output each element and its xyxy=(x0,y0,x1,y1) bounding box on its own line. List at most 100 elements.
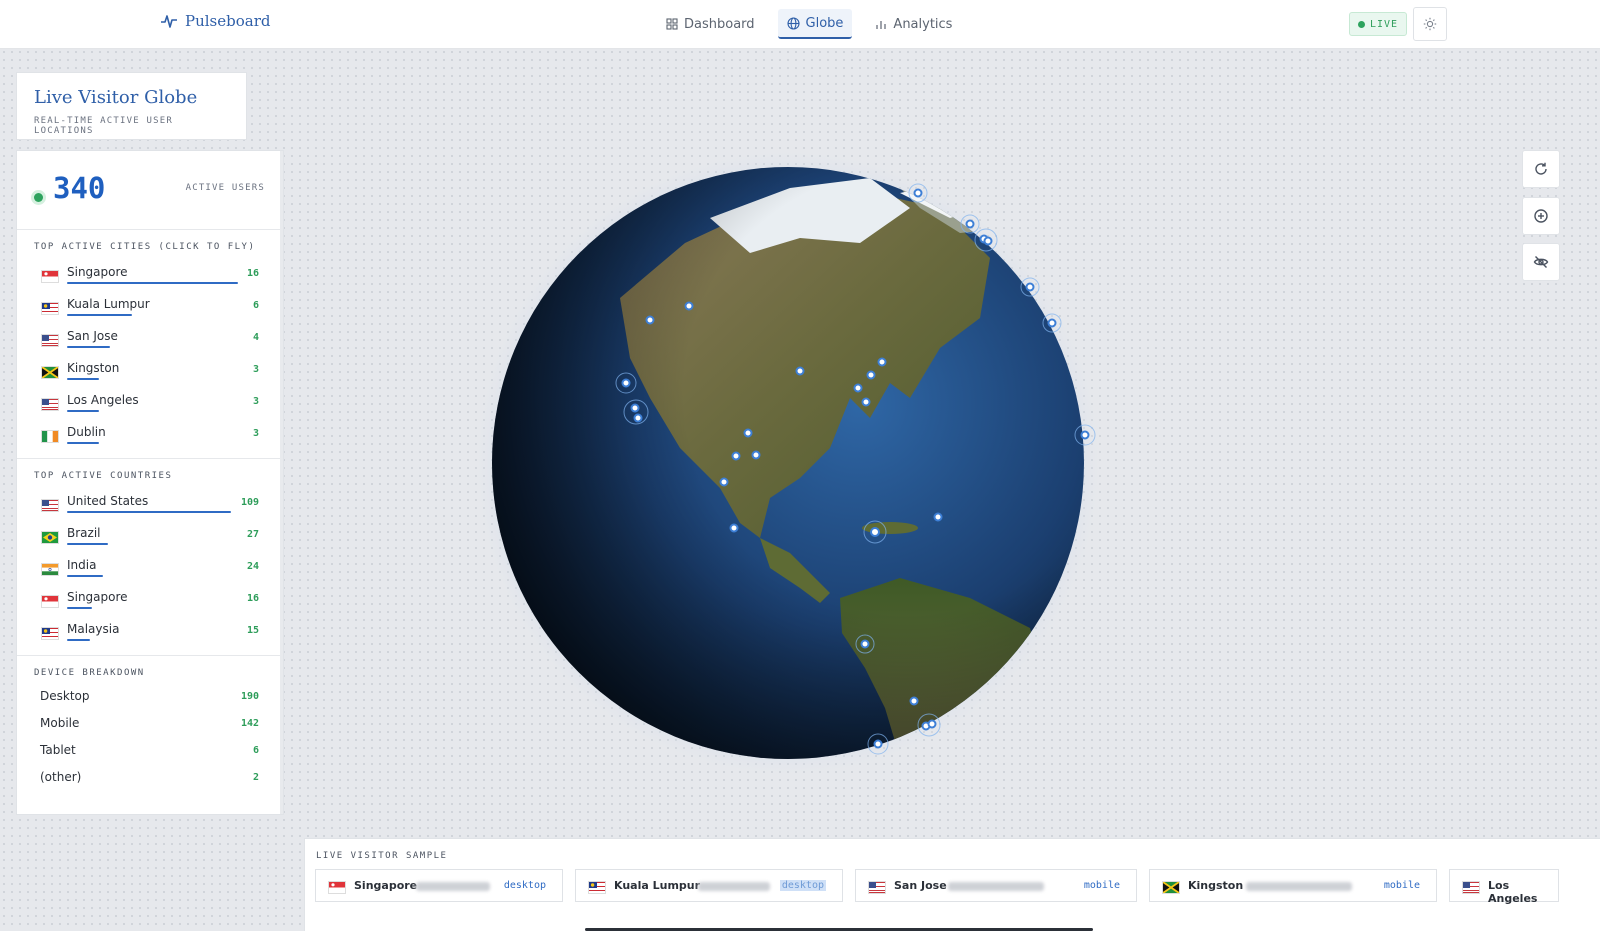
visitor-marker[interactable] xyxy=(860,639,870,649)
city-name: Los Angeles xyxy=(67,393,139,407)
tab-dashboard[interactable]: Dashboard xyxy=(657,9,764,39)
top-countries-section: TOP ACTIVE COUNTRIES United States 109 Bra… xyxy=(17,459,283,656)
device-breakdown-list: Desktop 190 Mobile 142 Tablet 6 (other) 2 xyxy=(17,684,283,792)
city-row[interactable]: Singapore 16 xyxy=(17,258,283,290)
visitor-sample-chip[interactable]: Kuala Lumpur desktop xyxy=(575,869,843,902)
redacted-ip xyxy=(948,882,1044,891)
country-name: United States xyxy=(67,494,149,508)
refresh-icon xyxy=(1535,162,1547,175)
city-row[interactable]: Dublin 3 xyxy=(17,418,283,450)
brand[interactable]: Pulseboard xyxy=(160,12,270,30)
visitor-marker[interactable] xyxy=(621,378,631,388)
visitor-marker[interactable] xyxy=(877,357,887,367)
top-cities-section: TOP ACTIVE CITIES (CLICK TO FLY) Singapo… xyxy=(17,230,283,459)
flag-sg-icon xyxy=(41,595,59,608)
grid-icon xyxy=(666,18,678,30)
visitor-marker[interactable] xyxy=(633,413,643,423)
tab-analytics-label: Analytics xyxy=(893,16,953,32)
city-row[interactable]: Kingston 3 xyxy=(17,354,283,386)
country-count: 16 xyxy=(246,593,259,604)
live-label: LIVE xyxy=(1370,18,1399,30)
country-row[interactable]: Singapore 16 xyxy=(17,583,283,615)
visitor-marker[interactable] xyxy=(1047,318,1057,328)
visitor-marker[interactable] xyxy=(1025,282,1035,292)
globe-canvas[interactable] xyxy=(470,147,1106,779)
visitor-marker[interactable] xyxy=(965,219,975,229)
device-row: Mobile 142 xyxy=(17,711,283,738)
device-row: Tablet 6 xyxy=(17,738,283,765)
visitor-device: desktop xyxy=(503,880,546,891)
globe-icon xyxy=(786,16,800,30)
visitor-sample-chip[interactable]: San Jose mobile xyxy=(855,869,1137,902)
visitor-marker[interactable] xyxy=(795,366,805,376)
visitor-marker[interactable] xyxy=(983,236,993,246)
visitor-sample-list[interactable]: Singapore desktop Kuala Lumpur desktop San J… xyxy=(315,869,1559,905)
visitor-marker[interactable] xyxy=(933,512,943,522)
top-bar: Pulseboard Dashboard Globe Analytics LIV… xyxy=(0,0,1600,49)
visitor-globe[interactable] xyxy=(470,147,1106,779)
eye-off-icon xyxy=(1533,256,1549,268)
visitor-marker[interactable] xyxy=(870,527,880,537)
page-title-card: Live Visitor Globe REAL-TIME ACTIVE USER… xyxy=(16,72,247,140)
visitor-marker[interactable] xyxy=(684,301,694,311)
live-dot xyxy=(1358,20,1365,28)
tab-globe[interactable]: Globe xyxy=(777,9,853,39)
visitor-marker[interactable] xyxy=(751,450,761,460)
visitor-marker[interactable] xyxy=(1080,430,1090,440)
city-count: 3 xyxy=(252,396,259,407)
visitor-sample-chip[interactable]: Singapore desktop xyxy=(315,869,563,902)
city-count: 3 xyxy=(252,428,259,439)
active-users-summary: 340 ACTIVE USERS xyxy=(17,151,283,230)
country-name: Singapore xyxy=(67,590,128,604)
theme-toggle-button[interactable] xyxy=(1413,7,1447,41)
visitor-marker[interactable] xyxy=(853,383,863,393)
visitor-marker[interactable] xyxy=(861,397,871,407)
visitor-marker[interactable] xyxy=(909,696,919,706)
city-name: Kingston xyxy=(67,361,120,375)
country-count: 15 xyxy=(246,625,259,636)
flag-in-icon xyxy=(41,563,59,576)
flag-my-icon xyxy=(588,881,606,894)
visitor-marker[interactable] xyxy=(731,451,741,461)
visitor-sample-chip[interactable]: Kingston mobile xyxy=(1149,869,1437,902)
visitor-marker[interactable] xyxy=(866,370,876,380)
city-count: 4 xyxy=(252,332,259,343)
redacted-ip xyxy=(416,882,490,891)
visitor-marker[interactable] xyxy=(729,523,739,533)
city-row[interactable]: San Jose 4 xyxy=(17,322,283,354)
active-users-count: 340 xyxy=(53,171,106,205)
city-row[interactable]: Los Angeles 3 xyxy=(17,386,283,418)
visitor-marker[interactable] xyxy=(743,428,753,438)
city-row[interactable]: Kuala Lumpur 6 xyxy=(17,290,283,322)
globe-shading xyxy=(492,167,1084,759)
country-row[interactable]: India 24 xyxy=(17,551,283,583)
city-name: Dublin xyxy=(67,425,106,439)
city-share-bar xyxy=(67,442,99,444)
visitor-sample-chip[interactable]: Los Angeles xyxy=(1449,869,1559,905)
flag-us-icon xyxy=(1462,881,1480,894)
tab-analytics[interactable]: Analytics xyxy=(866,9,961,39)
visitor-device: mobile xyxy=(1383,880,1420,891)
country-row[interactable]: United States 109 xyxy=(17,487,283,519)
visitor-marker[interactable] xyxy=(630,403,640,413)
city-name: San Jose xyxy=(67,329,118,343)
visitor-marker[interactable] xyxy=(645,315,655,325)
city-share-bar xyxy=(67,378,99,380)
device-name: Mobile xyxy=(40,716,80,730)
toggle-visibility-button[interactable] xyxy=(1522,243,1560,281)
locate-button[interactable] xyxy=(1522,197,1560,235)
visitor-marker[interactable] xyxy=(873,739,883,749)
visitor-device: mobile xyxy=(1083,880,1120,891)
country-name: Malaysia xyxy=(67,622,120,636)
live-visitor-sample[interactable]: LIVE VISITOR SAMPLE Singapore desktop Kual… xyxy=(304,838,1600,931)
bar-chart-icon xyxy=(876,21,887,29)
visitor-marker[interactable] xyxy=(913,188,923,198)
visitor-marker[interactable] xyxy=(719,477,729,487)
city-share-bar xyxy=(67,282,238,284)
country-row[interactable]: Malaysia 15 xyxy=(17,615,283,647)
visitor-marker[interactable] xyxy=(927,719,937,729)
city-name: Singapore xyxy=(67,265,128,279)
stats-sidebar[interactable]: 340 ACTIVE USERS TOP ACTIVE CITIES (CLIC… xyxy=(16,150,284,815)
reset-rotation-button[interactable] xyxy=(1522,150,1560,188)
country-row[interactable]: Brazil 27 xyxy=(17,519,283,551)
